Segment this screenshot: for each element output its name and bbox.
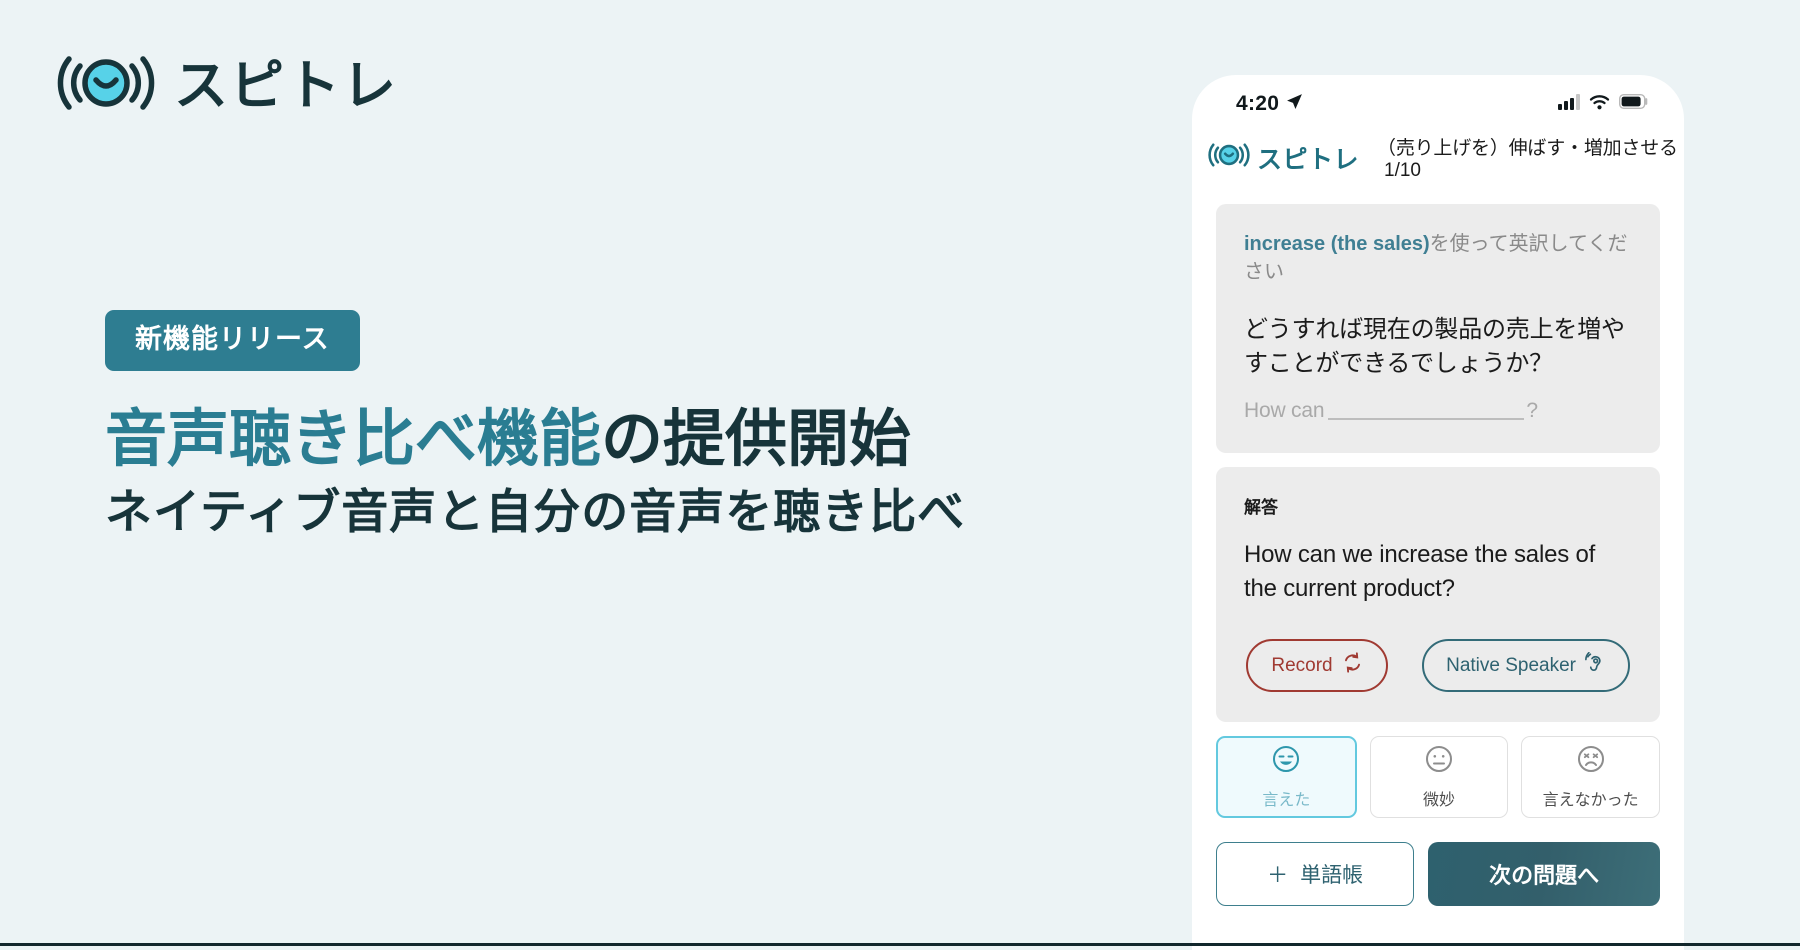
answer-text: How can we increase the sales of the cur…: [1244, 540, 1596, 602]
page-subtitle: ネイティブ音声と自分の音声を聴き比べ: [105, 485, 966, 539]
app-logo[interactable]: スピトレ: [1206, 140, 1359, 176]
page-title: 音声聴き比べ機能の提供開始: [105, 405, 965, 474]
brand-lockup: スピトレ: [52, 48, 398, 123]
record-button[interactable]: Record: [1246, 639, 1388, 693]
wifi-icon: [1589, 94, 1610, 115]
prompt-instruction: increase (the sales)を使って英訳してください: [1244, 230, 1632, 287]
rating-buttons-row: 言えた 微妙 言えなかった: [1216, 736, 1661, 819]
brand-name: スピトレ: [174, 55, 398, 116]
dizzy-sad-face-icon: [1576, 744, 1606, 779]
rating-button-so-so[interactable]: 微妙: [1369, 736, 1509, 819]
smiling-face-icon: [1271, 744, 1301, 779]
app-header-title: （売り上げを）伸ばす・増加させる: [1377, 138, 1678, 159]
app-logo-name: スピトレ: [1257, 145, 1360, 174]
rating-label: 言えた: [1262, 792, 1311, 810]
hero-block: 新機能リリース 音声聴き比べ機能の提供開始 ネイティブ音声と自分の音声を聴き比べ: [105, 310, 965, 541]
speaker-smiley-waves-icon: [1206, 140, 1252, 175]
rating-button-said-it[interactable]: 言えた: [1216, 736, 1357, 819]
next-question-button[interactable]: 次の問題へ: [1428, 842, 1660, 907]
question-card: increase (the sales)を使って英訳してください どうすれば現在…: [1216, 204, 1660, 453]
battery-icon: [1618, 93, 1648, 114]
neutral-face-icon: [1424, 744, 1454, 779]
speaker-smiley-waves-icon: [52, 48, 160, 123]
new-feature-badge: 新機能リリース: [105, 310, 360, 371]
phone-mockup: 4:20 スピトレ （売り上げを）伸ばす・増加させる1/10 increase …: [1192, 75, 1684, 950]
headline-accent: 音声聴き比べ機能: [105, 405, 602, 474]
answer-hint: How can?: [1244, 399, 1632, 423]
location-arrow-icon: [1286, 92, 1303, 116]
hint-blank-line: [1328, 417, 1525, 420]
rating-label: 言えなかった: [1542, 792, 1639, 810]
native-speaker-button[interactable]: Native Speaker: [1422, 639, 1630, 693]
answer-card: 解答 How can we increase the sales of the …: [1216, 466, 1660, 723]
rating-label: 微妙: [1423, 792, 1456, 810]
prompt-target-phrase: increase (the sales): [1244, 233, 1430, 255]
hint-prefix: How can: [1244, 398, 1325, 422]
status-time-group: 4:20: [1236, 92, 1303, 116]
refresh-loop-icon: [1342, 652, 1363, 679]
add-to-vocabulary-button[interactable]: ＋ 単語帳: [1216, 842, 1415, 907]
cellular-signal-icon: [1558, 93, 1580, 115]
audio-controls-row: Record Native Speaker: [1244, 639, 1632, 693]
plus-icon: ＋: [1267, 864, 1289, 888]
ear-listen-icon: [1585, 651, 1606, 679]
record-label: Record: [1271, 654, 1333, 676]
action-buttons-row: ＋ 単語帳 次の問題へ: [1216, 842, 1660, 907]
headline-dark: の提供開始: [601, 405, 912, 474]
hint-suffix: ?: [1526, 398, 1538, 422]
answer-label: 解答: [1244, 497, 1278, 517]
question-counter: 1/10: [1384, 160, 1421, 181]
rating-button-could-not-say[interactable]: 言えなかった: [1521, 736, 1661, 819]
marketing-panel: スピトレ 新機能リリース 音声聴き比べ機能の提供開始 ネイティブ音声と自分の音声…: [0, 0, 1190, 946]
next-question-label: 次の問題へ: [1489, 863, 1600, 889]
status-icons-group: [1558, 93, 1648, 115]
app-header-title-group: （売り上げを）伸ばす・増加させる1/10: [1377, 133, 1678, 182]
japanese-question: どうすれば現在の製品の売上を増やすことができるでしょうか？: [1244, 315, 1625, 377]
app-header: スピトレ （売り上げを）伸ばす・増加させる1/10: [1192, 127, 1684, 190]
status-bar: 4:20: [1192, 75, 1684, 127]
add-to-vocabulary-label: 単語帳: [1300, 864, 1364, 888]
status-time: 4:20: [1236, 92, 1280, 115]
native-speaker-label: Native Speaker: [1446, 654, 1576, 676]
